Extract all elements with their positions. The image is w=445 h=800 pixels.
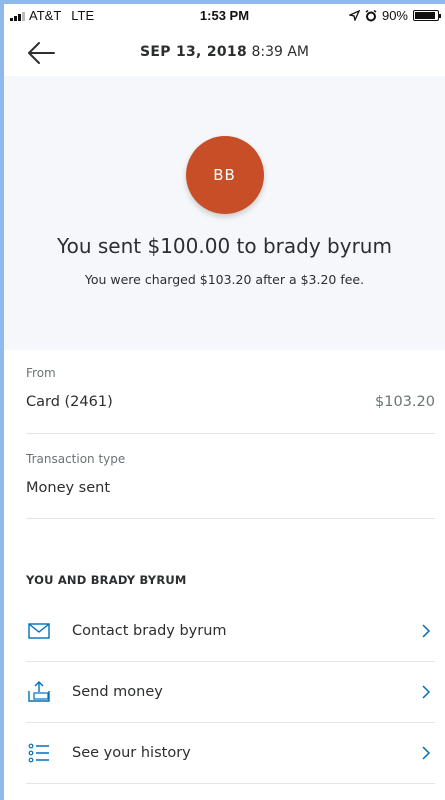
history-label: See your history xyxy=(72,745,191,761)
status-bar: AT&T LTE 1:53 PM 90% xyxy=(4,4,445,26)
send-money-row[interactable]: Send money xyxy=(26,662,435,722)
battery-fill xyxy=(415,12,435,19)
divider xyxy=(26,783,435,784)
history-row[interactable]: See your history xyxy=(26,723,435,783)
envelope-icon xyxy=(26,620,52,642)
avatar: BB xyxy=(185,136,264,214)
summary-subtitle: You were charged $103.20 after a $3.20 f… xyxy=(84,272,365,287)
from-value: Card (2461) xyxy=(26,394,113,410)
contact-row[interactable]: Contact brady byrum xyxy=(26,601,435,661)
summary-panel: BB You sent $100.00 to brady byrum You w… xyxy=(4,76,445,350)
transaction-type-value: Money sent xyxy=(26,480,111,496)
transaction-time: 8:39 AM xyxy=(251,44,310,60)
send-money-label: Send money xyxy=(72,684,163,700)
list-icon xyxy=(26,742,52,764)
chevron-right-icon xyxy=(422,624,431,638)
transaction-details-screen: AT&T LTE 1:53 PM 90% SEP 13, 2018 8:39 A… xyxy=(4,4,445,800)
chevron-right-icon xyxy=(422,685,431,699)
divider xyxy=(26,433,435,434)
from-section: From Card (2461) $103.20 xyxy=(26,366,435,410)
relationship-heading: YOU AND BRADY BYRUM xyxy=(26,573,187,587)
send-money-icon xyxy=(26,681,52,703)
nav-header: SEP 13, 2018 8:39 AM xyxy=(4,30,445,76)
transaction-date: SEP 13, 2018 xyxy=(139,44,248,60)
relationship-heading-wrap: YOU AND BRADY BYRUM xyxy=(26,573,435,587)
alarm-clock-icon xyxy=(365,9,377,21)
chevron-right-icon xyxy=(422,746,431,760)
battery-percent: 90% xyxy=(381,8,408,23)
page-title: SEP 13, 2018 8:39 AM xyxy=(4,44,445,60)
summary-title: You sent $100.00 to brady byrum xyxy=(57,234,392,258)
from-amount: $103.20 xyxy=(375,394,435,410)
battery-icon xyxy=(413,10,441,21)
contact-label: Contact brady byrum xyxy=(72,623,227,639)
transaction-type-label: Transaction type xyxy=(26,452,126,466)
status-right: 90% xyxy=(348,8,441,23)
transaction-type-section: Transaction type Money sent xyxy=(26,452,435,496)
divider xyxy=(26,518,435,519)
from-label: From xyxy=(26,366,56,380)
location-arrow-icon xyxy=(348,10,360,21)
